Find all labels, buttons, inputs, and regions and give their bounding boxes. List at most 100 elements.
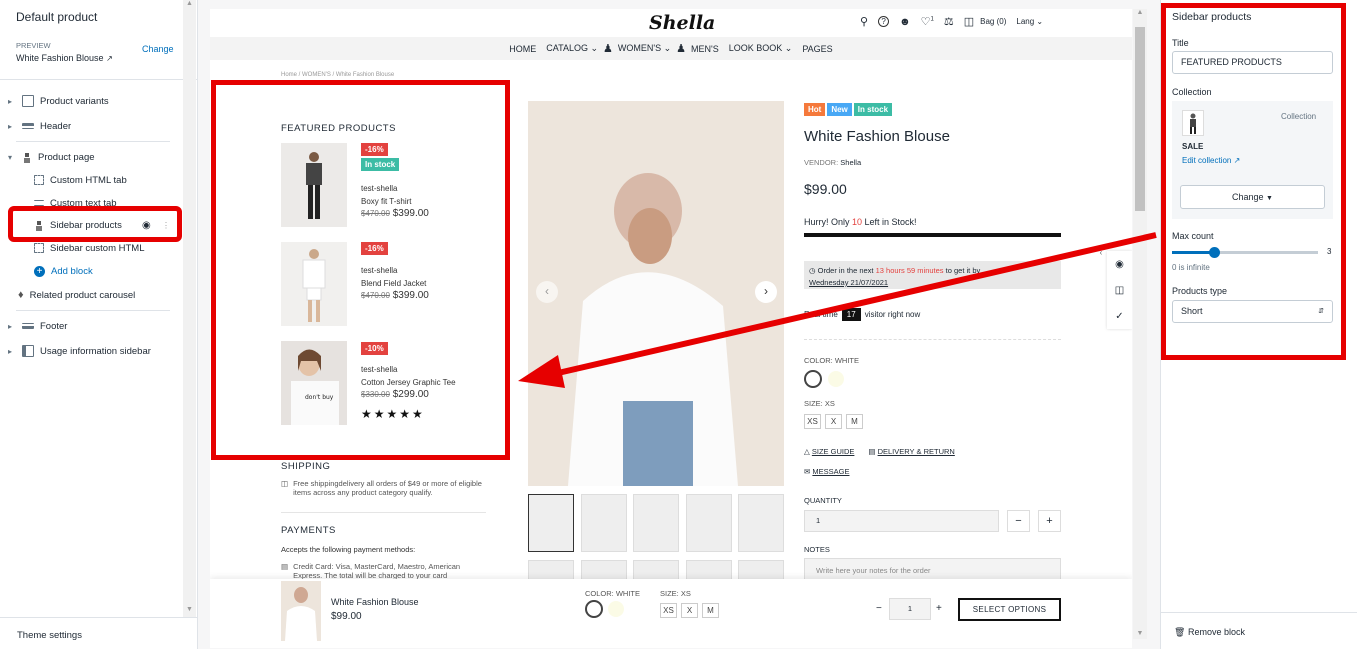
section-related-product-carousel[interactable]: ♦ Related product carousel (18, 285, 135, 305)
edit-collection-link[interactable]: Edit collection ↗ (1182, 156, 1240, 165)
change-collection-button[interactable]: Change ▼ (1180, 185, 1325, 209)
size-guide-label: SIZE GUIDE (811, 447, 855, 456)
slider-handle[interactable] (1209, 247, 1220, 258)
sticky-color-cream[interactable] (608, 601, 624, 617)
product-name[interactable]: Blend Field Jacket (361, 279, 426, 288)
block-icon (34, 175, 44, 185)
nav-home[interactable]: HOME (509, 44, 536, 54)
thumbnail[interactable] (581, 494, 627, 552)
size-m[interactable]: M (702, 603, 719, 618)
vendor-row: VENDOR: Shella (804, 158, 861, 167)
payments-lead: Accepts the following payment methods: (281, 545, 416, 554)
wishlist-icon[interactable]: ♡1 (921, 15, 934, 28)
compare-icon[interactable]: ⚖ (944, 15, 954, 28)
product-image[interactable]: don't buy (281, 341, 347, 425)
bag-label[interactable]: Bag (0) (980, 17, 1006, 26)
product-price: $99.00 (804, 181, 847, 197)
preview-value: White Fashion Blouse (16, 53, 104, 63)
title-input[interactable]: FEATURED PRODUCTS (1172, 51, 1333, 74)
svg-text:don't buy: don't buy (305, 394, 334, 401)
nav-catalog[interactable]: CATALOG ⌄ (546, 43, 598, 54)
lang-selector[interactable]: Lang ⌄ (1016, 17, 1043, 26)
collection-label: Collection (1172, 87, 1212, 97)
nav-label: CATALOG (546, 43, 588, 53)
thumbnail[interactable] (528, 494, 574, 552)
size-guide-link[interactable]: △ SIZE GUIDE (804, 447, 854, 456)
sidebar-scrollbar[interactable]: ▲ ▼ (183, 0, 196, 617)
vendor-link[interactable]: Shella (840, 158, 861, 167)
product-name[interactable]: Cotton Jersey Graphic Tee (361, 378, 456, 387)
account-icon[interactable]: ☻ (899, 16, 911, 28)
product-vendor: test-shella (361, 266, 398, 275)
add-block-button[interactable]: + Add block (34, 261, 93, 281)
help-icon[interactable]: ? (878, 16, 890, 27)
women-icon: ♟ (603, 43, 613, 55)
drag-handle-icon[interactable]: ⋮ (162, 221, 170, 230)
caret-right-icon[interactable]: ▸ (8, 347, 16, 356)
men-icon: ♟ (676, 43, 687, 55)
sticky-qty-input[interactable]: 1 (889, 598, 931, 620)
product-image[interactable] (281, 242, 347, 326)
nav-look-book[interactable]: LOOK BOOK ⌄ (729, 43, 793, 54)
block-label: Sidebar custom HTML (50, 242, 145, 254)
section-usage-information-sidebar[interactable]: ▸ Usage information sidebar (8, 341, 151, 361)
search-icon[interactable]: ⚲ (860, 15, 868, 28)
store-logo[interactable]: Shella (649, 12, 715, 34)
thumbnail[interactable] (686, 494, 732, 552)
size-x[interactable]: X (681, 603, 698, 618)
breadcrumb[interactable]: Home / WOMEN'S / White Fashion Blouse (281, 72, 394, 78)
product-name[interactable]: Boxy fit T-shirt (361, 197, 412, 206)
message-label: MESSAGE (812, 467, 850, 476)
size-xs[interactable]: XS (804, 414, 821, 429)
eye-icon[interactable]: ◉ (142, 220, 151, 231)
block-sidebar-products[interactable]: Sidebar products ◉ ⋮ (34, 215, 174, 235)
bag-icon[interactable]: ◫ (964, 15, 974, 28)
scroll-thumb[interactable] (1135, 27, 1145, 211)
sticky-qty-decrease[interactable]: − (876, 603, 882, 614)
change-label: Change (1232, 192, 1264, 202)
section-product-variants[interactable]: ▸ Product variants (8, 91, 109, 111)
section-product-page[interactable]: ▾ Product page (8, 147, 95, 167)
section-footer[interactable]: ▸ Footer (8, 316, 67, 336)
external-link-icon[interactable]: ↗ (106, 54, 113, 63)
external-link-icon: ↗ (1233, 156, 1241, 165)
block-sidebar-custom-html[interactable]: Sidebar custom HTML (34, 238, 145, 258)
product-image[interactable] (281, 143, 347, 227)
thumbnail[interactable] (633, 494, 679, 552)
nav-mens[interactable]: MEN'S (691, 44, 719, 54)
caret-right-icon[interactable]: ▸ (8, 97, 16, 106)
theme-settings-button[interactable]: Theme settings (17, 630, 82, 641)
sticky-color-white[interactable] (585, 600, 603, 618)
main-nav: HOME CATALOG ⌄ ♟ WOMEN'S ⌄ ♟ MEN'S LOOK … (210, 37, 1132, 60)
max-count-slider[interactable] (1172, 247, 1318, 258)
quantity-input[interactable]: 1 (804, 510, 999, 532)
size-xs[interactable]: XS (660, 603, 677, 618)
quantity-decrease-button[interactable]: − (1007, 510, 1030, 532)
nav-pages[interactable]: PAGES (802, 44, 832, 54)
sticky-product-image (281, 581, 321, 641)
block-icon (34, 243, 44, 253)
quantity-increase-button[interactable]: + (1038, 510, 1061, 532)
max-count-value: 3 (1327, 247, 1332, 256)
nav-womens[interactable]: WOMEN'S ⌄ (618, 43, 671, 54)
products-type-select[interactable]: Short ⇵ (1172, 300, 1333, 323)
size-x[interactable]: X (825, 414, 842, 429)
truck-icon: ▤ (868, 447, 876, 456)
select-options-button[interactable]: SELECT OPTIONS (958, 598, 1061, 621)
message-link[interactable]: ✉ MESSAGE (804, 467, 849, 476)
thumbnail[interactable] (738, 494, 784, 552)
notes-label: NOTES (804, 545, 830, 554)
trash-icon: 🗑 (1174, 627, 1186, 637)
caret-down-icon[interactable]: ▾ (8, 153, 16, 162)
caret-down-icon: ▼ (1266, 195, 1273, 202)
caret-right-icon[interactable]: ▸ (8, 122, 16, 131)
change-preview-link[interactable]: Change (142, 44, 174, 54)
caret-right-icon[interactable]: ▸ (8, 322, 16, 331)
delivery-return-link[interactable]: ▤ DELIVERY & RETURN (868, 447, 954, 456)
block-custom-html-tab[interactable]: Custom HTML tab (34, 170, 127, 190)
size-m[interactable]: M (846, 414, 863, 429)
blouse-thumb-image (285, 587, 317, 641)
sticky-qty-increase[interactable]: + (936, 603, 942, 614)
remove-block-button[interactable]: 🗑 Remove block (1174, 627, 1245, 638)
section-header[interactable]: ▸ Header (8, 116, 71, 136)
